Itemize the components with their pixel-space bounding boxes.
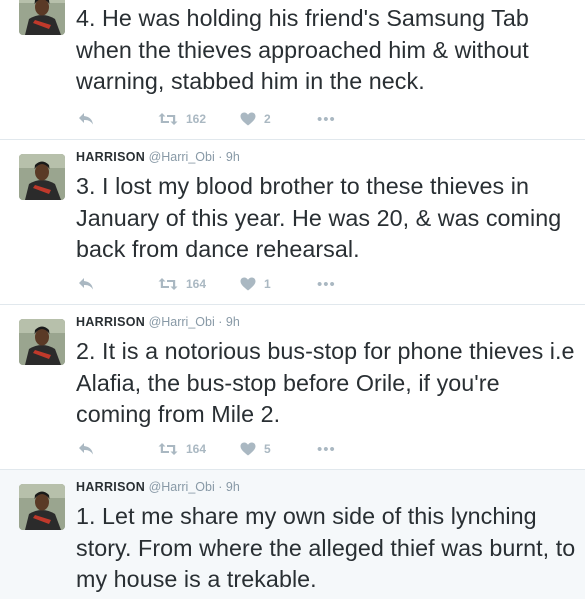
heart-icon — [240, 277, 256, 291]
tweet-item[interactable]: HARRISON @Harri_Obi · 9h 3. I lost my bl… — [0, 140, 585, 305]
tweet-text: 1. Let me share my own side of this lync… — [76, 503, 576, 592]
tweet-actions: 162 2 ••• — [76, 109, 376, 129]
like-count: 1 — [264, 277, 271, 291]
tweet-actions: 164 5 ••• — [76, 439, 376, 459]
user-name[interactable]: HARRISON — [76, 480, 145, 494]
more-button[interactable]: ••• — [317, 109, 336, 129]
user-handle[interactable]: @Harri_Obi — [149, 480, 215, 494]
avatar[interactable] — [19, 0, 65, 35]
retweet-count: 162 — [186, 112, 207, 126]
retweet-button[interactable]: 162 — [158, 109, 206, 129]
reply-icon — [78, 277, 94, 291]
retweet-icon — [158, 277, 178, 291]
more-button[interactable]: ••• — [317, 274, 336, 294]
reply-button[interactable] — [78, 274, 94, 294]
user-name[interactable]: HARRISON — [76, 315, 145, 329]
tweet-header: HARRISON @Harri_Obi · 9h — [76, 315, 240, 329]
retweet-button[interactable]: 164 — [158, 439, 206, 459]
tweet-item[interactable]: HARRISON @Harri_Obi · 9h 1. Let me share… — [0, 470, 585, 599]
like-count: 5 — [264, 442, 271, 456]
separator: · — [218, 150, 223, 164]
retweet-count: 164 — [186, 277, 207, 291]
tweet-text: 4. He was holding his friend's Samsung T… — [76, 5, 529, 94]
more-icon: ••• — [317, 275, 336, 293]
separator: · — [218, 315, 223, 329]
tweet-item[interactable]: HARRISON @Harri_Obi · 9h 2. It is a noto… — [0, 305, 585, 470]
reply-icon — [78, 442, 94, 456]
user-name[interactable]: HARRISON — [76, 150, 145, 164]
tweet-time[interactable]: 9h — [226, 480, 240, 494]
tweet-header: HARRISON @Harri_Obi · 9h — [76, 150, 240, 164]
tweet-time[interactable]: 9h — [226, 315, 240, 329]
more-button[interactable]: ••• — [317, 439, 336, 459]
avatar[interactable] — [19, 484, 65, 530]
like-button[interactable]: 1 — [240, 274, 271, 294]
like-button[interactable]: 5 — [240, 439, 271, 459]
heart-icon — [240, 442, 256, 456]
reply-button[interactable] — [78, 439, 94, 459]
separator: · — [218, 480, 223, 494]
user-handle[interactable]: @Harri_Obi — [149, 150, 215, 164]
retweet-icon — [158, 112, 178, 126]
tweet-actions: 164 1 ••• — [76, 274, 376, 294]
tweet-header: HARRISON @Harri_Obi · 9h — [76, 480, 240, 494]
more-icon: ••• — [317, 440, 336, 458]
tweet-time[interactable]: 9h — [226, 150, 240, 164]
more-icon: ••• — [317, 110, 336, 128]
avatar[interactable] — [19, 154, 65, 200]
tweet-text: 3. I lost my blood brother to these thie… — [76, 173, 562, 262]
heart-icon — [240, 112, 256, 126]
retweet-icon — [158, 442, 178, 456]
user-handle[interactable]: @Harri_Obi — [149, 315, 215, 329]
reply-button[interactable] — [78, 109, 94, 129]
retweet-button[interactable]: 164 — [158, 274, 206, 294]
avatar[interactable] — [19, 319, 65, 365]
like-count: 2 — [264, 112, 271, 126]
tweet-item[interactable]: 4. He was holding his friend's Samsung T… — [0, 0, 585, 140]
like-button[interactable]: 2 — [240, 109, 271, 129]
reply-icon — [78, 112, 94, 126]
retweet-count: 164 — [186, 442, 207, 456]
tweet-text: 2. It is a notorious bus-stop for phone … — [76, 338, 575, 427]
